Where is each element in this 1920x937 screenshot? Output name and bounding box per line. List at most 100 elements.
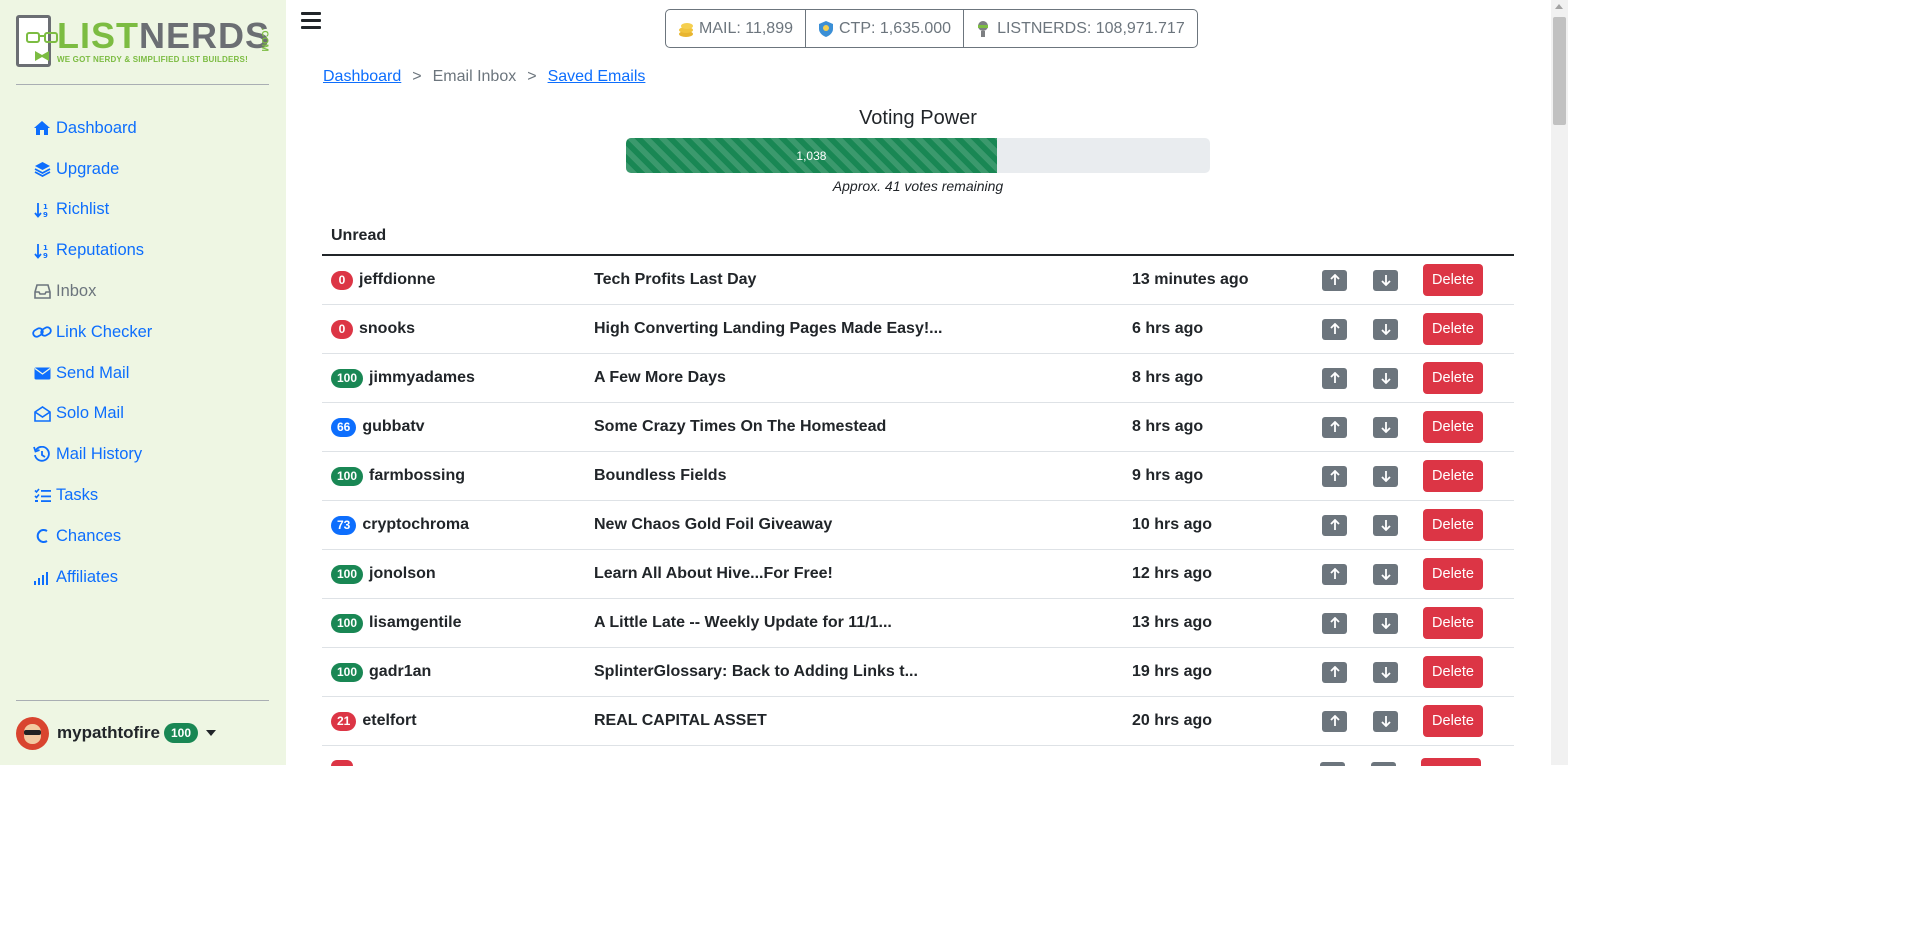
table-row[interactable]: 66 gubbatv Some Crazy Times On The Homeste… xyxy=(322,403,1514,452)
sender-name[interactable]: jonolson xyxy=(369,565,436,583)
arrow-down-icon xyxy=(1380,617,1391,629)
delete-button[interactable]: Delete xyxy=(1423,705,1483,737)
chevron-down-icon[interactable] xyxy=(206,730,216,736)
downvote-button[interactable] xyxy=(1373,710,1398,732)
sender-cell: 0 snooks xyxy=(322,319,594,339)
inbox-icon xyxy=(32,283,52,301)
reputation-badge: 100 xyxy=(331,368,364,388)
downvote-button[interactable] xyxy=(1373,416,1398,438)
sidebar-item-affiliates[interactable]: Affiliates xyxy=(32,557,152,598)
sidebar-item-upgrade[interactable]: Upgrade xyxy=(32,149,152,190)
sort-numeric-icon: 19 xyxy=(32,242,52,260)
menu-toggle-icon[interactable] xyxy=(301,12,321,30)
sidebar-item-tasks[interactable]: Tasks xyxy=(32,475,152,516)
downvote-button[interactable] xyxy=(1373,318,1398,340)
sender-cell: 66 gubbatv xyxy=(322,417,594,437)
table-row[interactable]: 100 farmbossing Boundless Fields 9 hrs ago D… xyxy=(322,452,1514,501)
delete-button[interactable]: Delete xyxy=(1423,509,1483,541)
sidebar-item-label: Reputations xyxy=(56,241,145,260)
sender-name[interactable]: lisamgentile xyxy=(369,614,461,632)
voting-power-title: Voting Power xyxy=(859,107,977,129)
downvote-button[interactable] xyxy=(1373,367,1398,389)
table-row[interactable]: 100 jonolson Learn All About Hive...For Fr… xyxy=(322,550,1514,599)
delete-button[interactable]: Delete xyxy=(1423,264,1483,296)
sidebar-item-chances[interactable]: Chances xyxy=(32,516,152,557)
upvote-button[interactable] xyxy=(1322,563,1347,585)
email-subject[interactable]: High Converting Landing Pages Made Easy!… xyxy=(594,320,1132,338)
avatar xyxy=(16,716,49,750)
upvote-button[interactable] xyxy=(1322,367,1347,389)
table-row[interactable]: 73 cryptochroma New Chaos Gold Foil Giveaw… xyxy=(322,501,1514,550)
table-row[interactable]: 100 lisamgentile A Little Late -- Weekly U… xyxy=(322,599,1514,648)
email-subject[interactable]: A Few More Days xyxy=(594,369,1132,387)
email-subject[interactable]: Learn All About Hive...For Free! xyxy=(594,565,1132,583)
email-subject[interactable]: Tech Profits Last Day xyxy=(594,271,1132,289)
sender-name[interactable]: farmbossing xyxy=(369,467,465,485)
sender-name[interactable]: jimmyadames xyxy=(369,369,475,387)
delete-button[interactable]: Delete xyxy=(1423,460,1483,492)
upvote-button[interactable] xyxy=(1322,465,1347,487)
table-row[interactable]: 100 jimmyadames A Few More Days 8 hrs ago De… xyxy=(322,354,1514,403)
sender-name[interactable]: snooks xyxy=(359,320,415,338)
row-actions: Delete xyxy=(1322,607,1483,639)
breadcrumb-dashboard-link[interactable]: Dashboard xyxy=(323,68,401,85)
sidebar-item-mail-history[interactable]: Mail History xyxy=(32,434,152,475)
arrow-up-icon xyxy=(1329,274,1340,286)
received-time: 20 hrs ago xyxy=(1132,712,1213,729)
downvote-button[interactable] xyxy=(1373,269,1398,291)
downvote-button[interactable] xyxy=(1373,563,1398,585)
sidebar-divider-top xyxy=(16,84,269,85)
sender-name[interactable]: cryptochroma xyxy=(362,516,469,534)
downvote-button[interactable] xyxy=(1373,514,1398,536)
sidebar-item-reputations[interactable]: 19 Reputations xyxy=(32,230,152,271)
breadcrumb-saved-emails-link[interactable]: Saved Emails xyxy=(548,68,646,85)
sender-name[interactable]: gadr1an xyxy=(369,663,431,681)
upvote-button[interactable] xyxy=(1322,269,1347,291)
delete-button[interactable]: Delete xyxy=(1423,656,1483,688)
downvote-button[interactable] xyxy=(1373,661,1398,683)
scroll-up-arrow[interactable] xyxy=(1555,4,1563,9)
sidebar-item-label: Inbox xyxy=(56,282,97,301)
email-subject[interactable]: Some Crazy Times On The Homestead xyxy=(594,418,1132,436)
upvote-button[interactable] xyxy=(1322,416,1347,438)
sidebar-item-dashboard[interactable]: Dashboard xyxy=(32,108,152,149)
table-row[interactable]: 0 jeffdionne Tech Profits Last Day 13 minut… xyxy=(322,256,1514,305)
delete-button[interactable]: Delete xyxy=(1423,411,1483,443)
user-menu[interactable]: mypathtofire 100 xyxy=(16,716,216,750)
upvote-button[interactable] xyxy=(1322,318,1347,340)
sender-name[interactable]: jeffdionne xyxy=(359,271,435,289)
inbox-table: Unread 0 jeffdionne Tech Profits Last Day 1… xyxy=(322,218,1514,766)
upvote-button[interactable] xyxy=(1322,661,1347,683)
delete-button[interactable]: Delete xyxy=(1423,362,1483,394)
listnerds-logo[interactable]: LISTNERDS WE GOT NERDY & SIMPLIFIED LIST… xyxy=(16,14,270,68)
table-row[interactable]: 100 gadr1an SplinterGlossary: Back to Addi… xyxy=(322,648,1514,697)
upvote-button[interactable] xyxy=(1322,612,1347,634)
scrollbar-thumb[interactable] xyxy=(1553,17,1566,125)
sidebar-item-inbox[interactable]: Inbox xyxy=(32,271,152,312)
upvote-button[interactable] xyxy=(1322,710,1347,732)
upvote-button[interactable] xyxy=(1322,514,1347,536)
sidebar-item-link-checker[interactable]: Link Checker xyxy=(32,312,152,353)
email-subject[interactable]: REAL CAPITAL ASSET xyxy=(594,712,1132,730)
breadcrumb-current: Email Inbox xyxy=(432,68,517,85)
table-row[interactable]: 21 etelfort REAL CAPITAL ASSET 20 hrs ago De… xyxy=(322,697,1514,746)
sidebar-item-solo-mail[interactable]: Solo Mail xyxy=(32,394,152,435)
downvote-button[interactable] xyxy=(1373,612,1398,634)
downvote-button[interactable] xyxy=(1373,465,1398,487)
sender-name[interactable]: gubbatv xyxy=(362,418,424,436)
email-subject[interactable]: New Chaos Gold Foil Giveaway xyxy=(594,516,1132,534)
sidebar-item-send-mail[interactable]: Send Mail xyxy=(32,353,152,394)
delete-button[interactable]: Delete xyxy=(1423,313,1483,345)
email-subject[interactable]: Boundless Fields xyxy=(594,467,1132,485)
arrow-down-icon xyxy=(1380,470,1391,482)
email-subject[interactable]: SplinterGlossary: Back to Adding Links t… xyxy=(594,663,1132,681)
email-subject[interactable]: A Little Late -- Weekly Update for 11/1.… xyxy=(594,614,1132,632)
table-row[interactable]: 0 snooks High Converting Landing Pages Mad… xyxy=(322,305,1514,354)
sidebar-item-richlist[interactable]: 19 Richlist xyxy=(32,190,152,231)
reputation-badge: 0 xyxy=(331,319,353,339)
arrow-down-icon xyxy=(1380,372,1391,384)
row-actions: Delete xyxy=(1322,705,1483,737)
delete-button[interactable]: Delete xyxy=(1423,607,1483,639)
delete-button[interactable]: Delete xyxy=(1423,558,1483,590)
sender-name[interactable]: etelfort xyxy=(362,712,416,730)
